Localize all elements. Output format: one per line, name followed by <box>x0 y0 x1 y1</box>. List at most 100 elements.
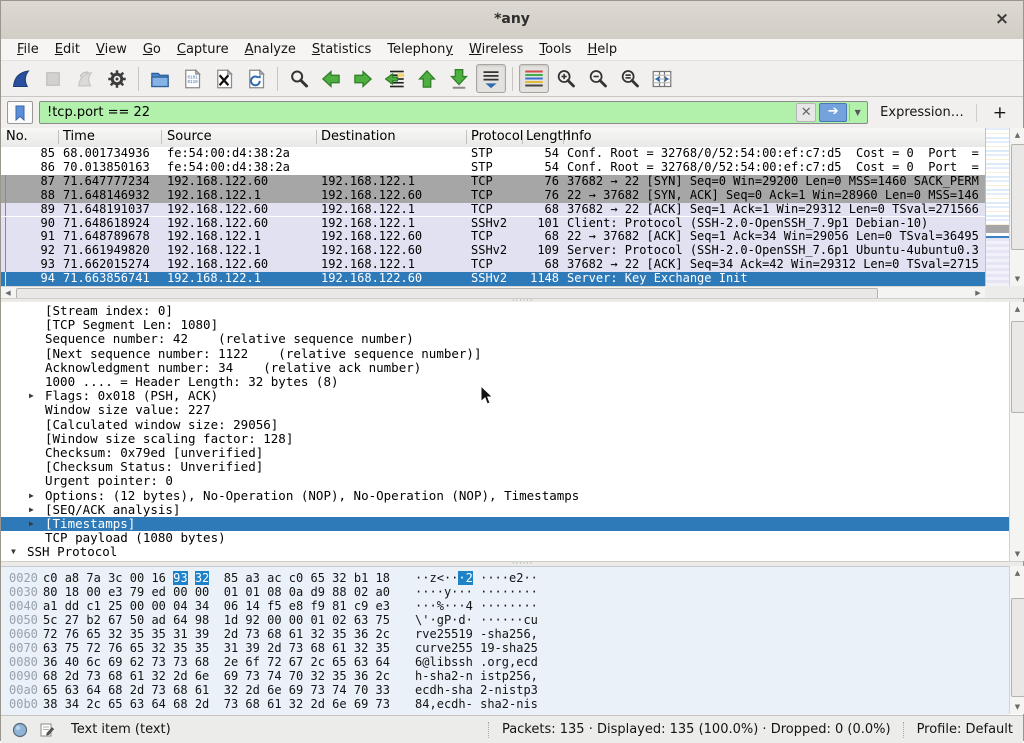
close-file-button[interactable] <box>209 64 239 93</box>
expert-info-icon[interactable] <box>11 721 29 739</box>
detail-row[interactable]: ▶[Timestamps] <box>1 517 1009 531</box>
packet-list-scroll-thumb[interactable] <box>1011 144 1024 250</box>
start-capture-button[interactable] <box>6 64 36 93</box>
packet-row-91[interactable]: 9171.648789678192.168.122.1192.168.122.6… <box>1 230 985 244</box>
display-filter-input[interactable]: !tcp.port == 22 ✕ ➔ ▼ <box>39 101 868 124</box>
detail-row[interactable]: ▶[SEQ/ACK analysis] <box>1 503 1009 517</box>
packet-row-85[interactable]: 8568.001734936fe:54:00:d4:38:2aSTP54Conf… <box>1 147 985 161</box>
menu-analyze[interactable]: Analyze <box>237 39 304 60</box>
column-header-no[interactable]: No. <box>6 129 28 144</box>
open-file-button[interactable] <box>145 64 175 93</box>
collapse-icon[interactable]: ▼ <box>11 545 16 559</box>
expand-icon[interactable]: ▶ <box>29 389 34 403</box>
menu-tools[interactable]: Tools <box>531 39 579 60</box>
packet-row-89[interactable]: 8971.648191037192.168.122.60192.168.122.… <box>1 203 985 217</box>
column-separator[interactable] <box>58 130 59 144</box>
expand-icon[interactable]: ▶ <box>29 503 34 517</box>
detail-row[interactable]: Window size value: 227 <box>1 403 1009 417</box>
column-header-dest[interactable]: Destination <box>321 129 396 144</box>
capture-options-button[interactable] <box>102 64 132 93</box>
hex-row-0080[interactable]: 008036 40 6c 69 62 73 73 68 2e 6f 72 67 … <box>1 655 1009 669</box>
go-to-packet-button[interactable] <box>380 64 410 93</box>
menu-edit[interactable]: Edit <box>47 39 88 60</box>
go-forward-button[interactable] <box>348 64 378 93</box>
reload-file-button[interactable] <box>241 64 271 93</box>
hex-row-0030[interactable]: 003080 18 00 e3 79 ed 00 00 01 01 08 0a … <box>1 585 1009 599</box>
column-header-info[interactable]: Info <box>567 129 592 144</box>
scroll-down-icon[interactable]: ▼ <box>1010 547 1024 561</box>
zoom-out-button[interactable] <box>583 64 613 93</box>
hex-row-0040[interactable]: 0040a1 dd c1 25 00 00 04 34 06 14 f5 e8 … <box>1 599 1009 613</box>
detail-row[interactable]: ▶Flags: 0x018 (PSH, ACK) <box>1 389 1009 403</box>
colorize-button[interactable] <box>519 64 549 93</box>
detail-row[interactable]: [Window size scaling factor: 128] <box>1 432 1009 446</box>
close-window-button[interactable]: × <box>991 9 1013 31</box>
menu-go[interactable]: Go <box>135 39 169 60</box>
hex-row-0070[interactable]: 007063 75 72 76 65 32 35 35 31 39 2d 73 … <box>1 641 1009 655</box>
capture-comment-icon[interactable] <box>38 721 56 739</box>
expand-icon[interactable]: ▶ <box>29 489 34 503</box>
menu-wireless[interactable]: Wireless <box>461 39 531 60</box>
detail-row[interactable]: TCP payload (1080 bytes) <box>1 531 1009 545</box>
menu-statistics[interactable]: Statistics <box>304 39 379 60</box>
detail-row[interactable]: [Next sequence number: 1122 (relative se… <box>1 347 1009 361</box>
menu-capture[interactable]: Capture <box>169 39 237 60</box>
hex-row-0060[interactable]: 006072 76 65 32 35 35 31 39 2d 73 68 61 … <box>1 627 1009 641</box>
hex-row-0020[interactable]: 0020c0 a8 7a 3c 00 16 93 32 85 a3 ac c0 … <box>1 571 1009 585</box>
packet-row-86[interactable]: 8670.013850163fe:54:00:d4:38:2aSTP54Conf… <box>1 161 985 175</box>
menu-file[interactable]: File <box>9 39 47 60</box>
detail-row[interactable]: Acknowledgment number: 34 (relative ack … <box>1 361 1009 375</box>
detail-row[interactable]: [TCP Segment Len: 1080] <box>1 318 1009 332</box>
packet-row-88[interactable]: 8871.648146932192.168.122.1192.168.122.6… <box>1 189 985 203</box>
details-scroll-thumb[interactable] <box>1011 321 1024 413</box>
profile-indicator[interactable]: Profile: Default <box>917 722 1013 737</box>
packet-list-vscrollbar[interactable]: ▲ ▼ <box>1009 128 1024 286</box>
column-header-source[interactable]: Source <box>167 129 212 144</box>
detail-row[interactable]: ▼SSH Protocol <box>1 545 1009 559</box>
column-separator[interactable] <box>161 130 162 144</box>
column-header-time[interactable]: Time <box>63 129 95 144</box>
zoom-reset-button[interactable] <box>615 64 645 93</box>
detail-row[interactable]: ▶Options: (12 bytes), No-Operation (NOP)… <box>1 489 1009 503</box>
zoom-in-button[interactable] <box>551 64 581 93</box>
detail-row[interactable]: Checksum: 0x79ed [unverified] <box>1 446 1009 460</box>
detail-row[interactable]: [Calculated window size: 29056] <box>1 418 1009 432</box>
find-packet-button[interactable] <box>284 64 314 93</box>
go-last-button[interactable] <box>444 64 474 93</box>
column-separator[interactable] <box>563 130 564 144</box>
hex-row-00a0[interactable]: 00a065 63 64 68 2d 73 68 61 32 2d 6e 69 … <box>1 683 1009 697</box>
scroll-up-icon[interactable]: ▲ <box>1010 302 1024 316</box>
filter-dropdown-icon[interactable]: ▼ <box>849 104 865 121</box>
hex-row-00b0[interactable]: 00b038 34 2c 65 63 64 68 2d 73 68 61 32 … <box>1 697 1009 711</box>
go-back-button[interactable] <box>316 64 346 93</box>
save-file-button[interactable]: 01010110 <box>177 64 207 93</box>
packet-row-93[interactable]: 9371.662015274192.168.122.60192.168.122.… <box>1 258 985 272</box>
auto-scroll-button[interactable] <box>476 64 506 93</box>
detail-row[interactable]: 1000 .... = Header Length: 32 bytes (8) <box>1 375 1009 389</box>
expand-icon[interactable]: ▶ <box>29 517 34 531</box>
hex-row-0090[interactable]: 009068 2d 73 68 61 32 2d 6e 69 73 74 70 … <box>1 669 1009 683</box>
packet-minimap-scrollbar[interactable] <box>985 128 1010 286</box>
scroll-down-icon[interactable]: ▼ <box>1010 272 1024 286</box>
add-filter-button[interactable]: + <box>983 103 1017 123</box>
packet-row-92[interactable]: 9271.661949820192.168.122.1192.168.122.6… <box>1 244 985 258</box>
column-separator[interactable] <box>522 130 523 144</box>
hex-row-0050[interactable]: 00505c 27 b2 67 50 ad 64 98 1d 92 00 00 … <box>1 613 1009 627</box>
menu-telephony[interactable]: Telephony <box>379 39 461 60</box>
filter-apply-icon[interactable]: ➔ <box>819 103 847 122</box>
column-separator[interactable] <box>466 130 467 144</box>
detail-row[interactable]: Urgent pointer: 0 <box>1 474 1009 488</box>
go-first-button[interactable] <box>412 64 442 93</box>
column-separator[interactable] <box>316 130 317 144</box>
detail-row[interactable]: [Stream index: 0] <box>1 304 1009 318</box>
bytes-vscrollbar[interactable]: ▲ ▼ <box>1009 566 1024 714</box>
packet-row-94[interactable]: 9471.663856741192.168.122.1192.168.122.6… <box>1 272 985 286</box>
column-header-proto[interactable]: Protocol <box>471 129 523 144</box>
detail-row[interactable]: [Checksum Status: Unverified] <box>1 460 1009 474</box>
detail-row[interactable]: Sequence number: 42 (relative sequence n… <box>1 332 1009 346</box>
packet-row-87[interactable]: 8771.647777234192.168.122.60192.168.122.… <box>1 175 985 189</box>
scroll-up-icon[interactable]: ▲ <box>1010 566 1024 580</box>
expression-button[interactable]: Expression… <box>874 105 970 120</box>
menu-view[interactable]: View <box>88 39 135 60</box>
bytes-scroll-thumb[interactable] <box>1011 598 1024 697</box>
